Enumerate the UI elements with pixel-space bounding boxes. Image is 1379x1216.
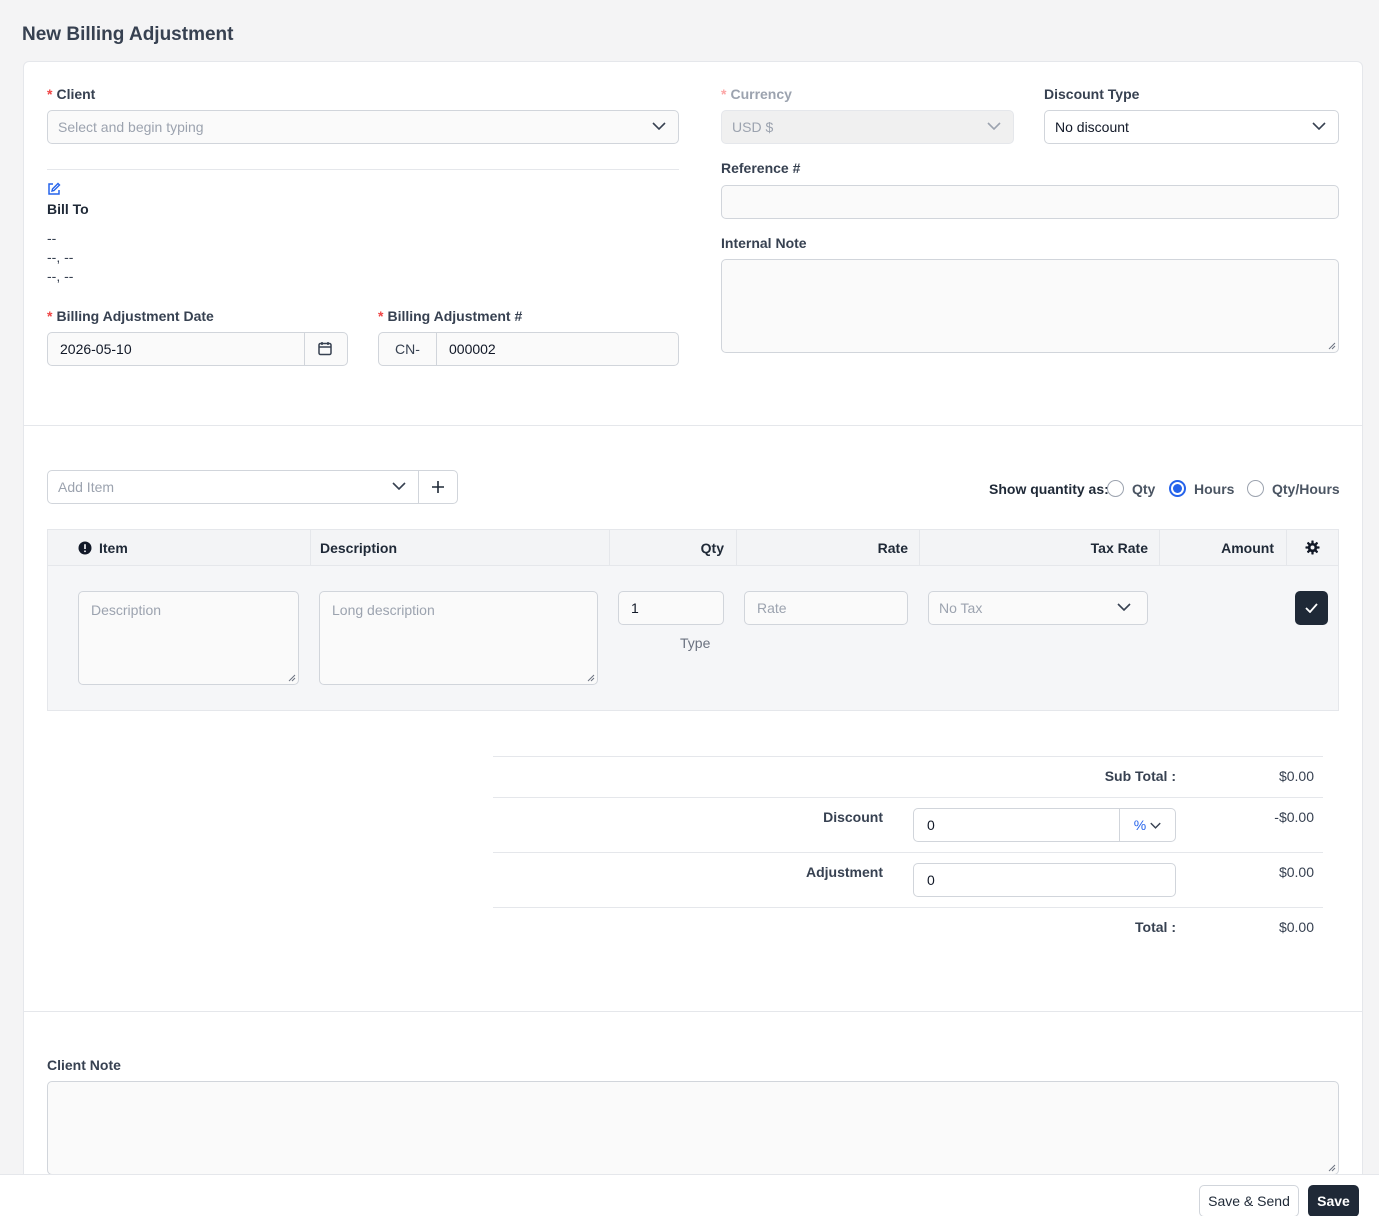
- client-label: * Client: [47, 86, 96, 102]
- resize-handle-icon[interactable]: [587, 674, 595, 682]
- internal-note-label: Internal Note: [721, 235, 807, 251]
- show-quantity-label: Show quantity as:: [989, 481, 1109, 497]
- qty-value: 1: [631, 600, 639, 616]
- long-description-placeholder: Long description: [332, 602, 435, 618]
- chevron-down-icon: [1117, 603, 1131, 611]
- info-icon[interactable]: [78, 541, 92, 555]
- divider: [493, 907, 1323, 908]
- header-description: Description: [320, 540, 398, 556]
- discount-input-value: 0: [927, 817, 935, 833]
- adjustment-value: $0.00: [1278, 864, 1314, 880]
- subtotal-value: $0.00: [1278, 768, 1314, 784]
- header-rate: Rate: [877, 540, 908, 556]
- total-label: Total :: [1135, 919, 1176, 935]
- resize-handle-icon[interactable]: [288, 674, 296, 682]
- reference-label: Reference #: [721, 160, 801, 176]
- header-item: Item: [99, 540, 128, 556]
- chevron-down-icon: [987, 122, 1001, 130]
- radio-qty-hours-label: Qty/Hours: [1272, 481, 1340, 497]
- radio-hours[interactable]: [1169, 480, 1186, 497]
- discount-type-label: Discount Type: [1044, 86, 1140, 102]
- add-item-button[interactable]: [418, 470, 458, 504]
- client-placeholder: Select and begin typing: [58, 119, 204, 135]
- radio-qty-label: Qty: [1132, 481, 1156, 497]
- date-value: 2026-05-10: [60, 341, 132, 357]
- qty-input[interactable]: 1: [618, 591, 724, 625]
- bill-to-line-1: --: [47, 230, 57, 246]
- plus-icon: [432, 481, 444, 493]
- chevron-down-icon: [652, 122, 666, 130]
- save-button[interactable]: Save: [1308, 1185, 1359, 1216]
- item-description-placeholder: Description: [91, 602, 162, 618]
- header-amount: Amount: [1221, 540, 1274, 556]
- tax-rate-value: No Tax: [939, 600, 983, 616]
- discount-type-select[interactable]: No discount: [1044, 110, 1339, 144]
- edit-icon[interactable]: [47, 182, 61, 196]
- discount-value: -$0.00: [1274, 809, 1314, 825]
- bill-to-line-2: --, --: [47, 249, 74, 265]
- divider: [1286, 530, 1287, 566]
- currency-label: * Currency: [721, 86, 792, 102]
- items-table: Item Description Qty Rate Tax Rate Amoun…: [47, 529, 1339, 711]
- radio-qty[interactable]: [1107, 480, 1124, 497]
- reference-input[interactable]: [721, 185, 1339, 219]
- radio-hours-label: Hours: [1194, 481, 1235, 497]
- bill-to-line-3: --, --: [47, 268, 74, 284]
- currency-select[interactable]: USD $: [721, 110, 1014, 144]
- date-input[interactable]: 2026-05-10: [47, 332, 348, 366]
- discount-label: Discount: [823, 809, 883, 825]
- page-title: New Billing Adjustment: [22, 24, 234, 45]
- discount-unit-select[interactable]: %: [1120, 809, 1175, 841]
- radio-qty-hours[interactable]: [1247, 480, 1264, 497]
- chevron-down-icon: [392, 482, 406, 490]
- divider: [493, 852, 1323, 853]
- subtotal-label: Sub Total :: [1104, 768, 1176, 784]
- client-note-textarea[interactable]: [47, 1081, 1339, 1175]
- qty-type-label: Type: [680, 635, 711, 651]
- chevron-down-icon: [1312, 122, 1326, 130]
- rate-input[interactable]: Rate: [744, 591, 908, 625]
- header-tax-rate: Tax Rate: [1090, 540, 1148, 556]
- total-value: $0.00: [1278, 919, 1314, 935]
- divider: [493, 756, 1323, 757]
- divider: [304, 333, 305, 365]
- add-row-button[interactable]: [1295, 591, 1328, 625]
- adjustment-input[interactable]: 0: [913, 863, 1176, 897]
- currency-value: USD $: [732, 119, 774, 135]
- tax-rate-select[interactable]: No Tax: [928, 591, 1148, 625]
- client-note-label: Client Note: [47, 1057, 121, 1073]
- adjustment-label: Adjustment: [806, 864, 883, 880]
- add-item-select[interactable]: Add Item: [47, 470, 419, 504]
- adjustment-input-value: 0: [927, 872, 935, 888]
- calendar-icon[interactable]: [318, 341, 332, 356]
- client-select[interactable]: Select and begin typing: [47, 110, 679, 144]
- divider: [47, 169, 679, 170]
- divider: [493, 797, 1323, 798]
- divider: [310, 530, 311, 566]
- section-divider: [23, 425, 1363, 426]
- form-footer: Save & Send Save: [0, 1174, 1379, 1216]
- check-icon: [1305, 603, 1318, 613]
- resize-handle-icon[interactable]: [1328, 1164, 1336, 1172]
- chevron-down-icon: [1150, 822, 1161, 829]
- save-send-button[interactable]: Save & Send: [1199, 1185, 1299, 1216]
- item-description-textarea[interactable]: Description: [78, 591, 299, 685]
- long-description-textarea[interactable]: Long description: [319, 591, 598, 685]
- discount-type-value: No discount: [1055, 119, 1129, 135]
- gear-icon[interactable]: [1305, 540, 1320, 555]
- add-item-placeholder: Add Item: [58, 479, 115, 495]
- discount-unit-value: %: [1133, 817, 1147, 833]
- number-prefix: CN-: [379, 333, 437, 365]
- bill-to-label: Bill To: [47, 201, 89, 217]
- resize-handle-icon[interactable]: [1328, 342, 1336, 350]
- rate-placeholder: Rate: [757, 600, 787, 616]
- internal-note-textarea[interactable]: [721, 259, 1339, 353]
- number-input-group: CN- 000002: [378, 332, 679, 366]
- number-label: * Billing Adjustment #: [378, 308, 523, 324]
- date-label: * Billing Adjustment Date: [47, 308, 214, 324]
- number-input[interactable]: 000002: [437, 341, 496, 357]
- section-divider: [23, 1011, 1363, 1012]
- header-qty: Qty: [700, 540, 724, 556]
